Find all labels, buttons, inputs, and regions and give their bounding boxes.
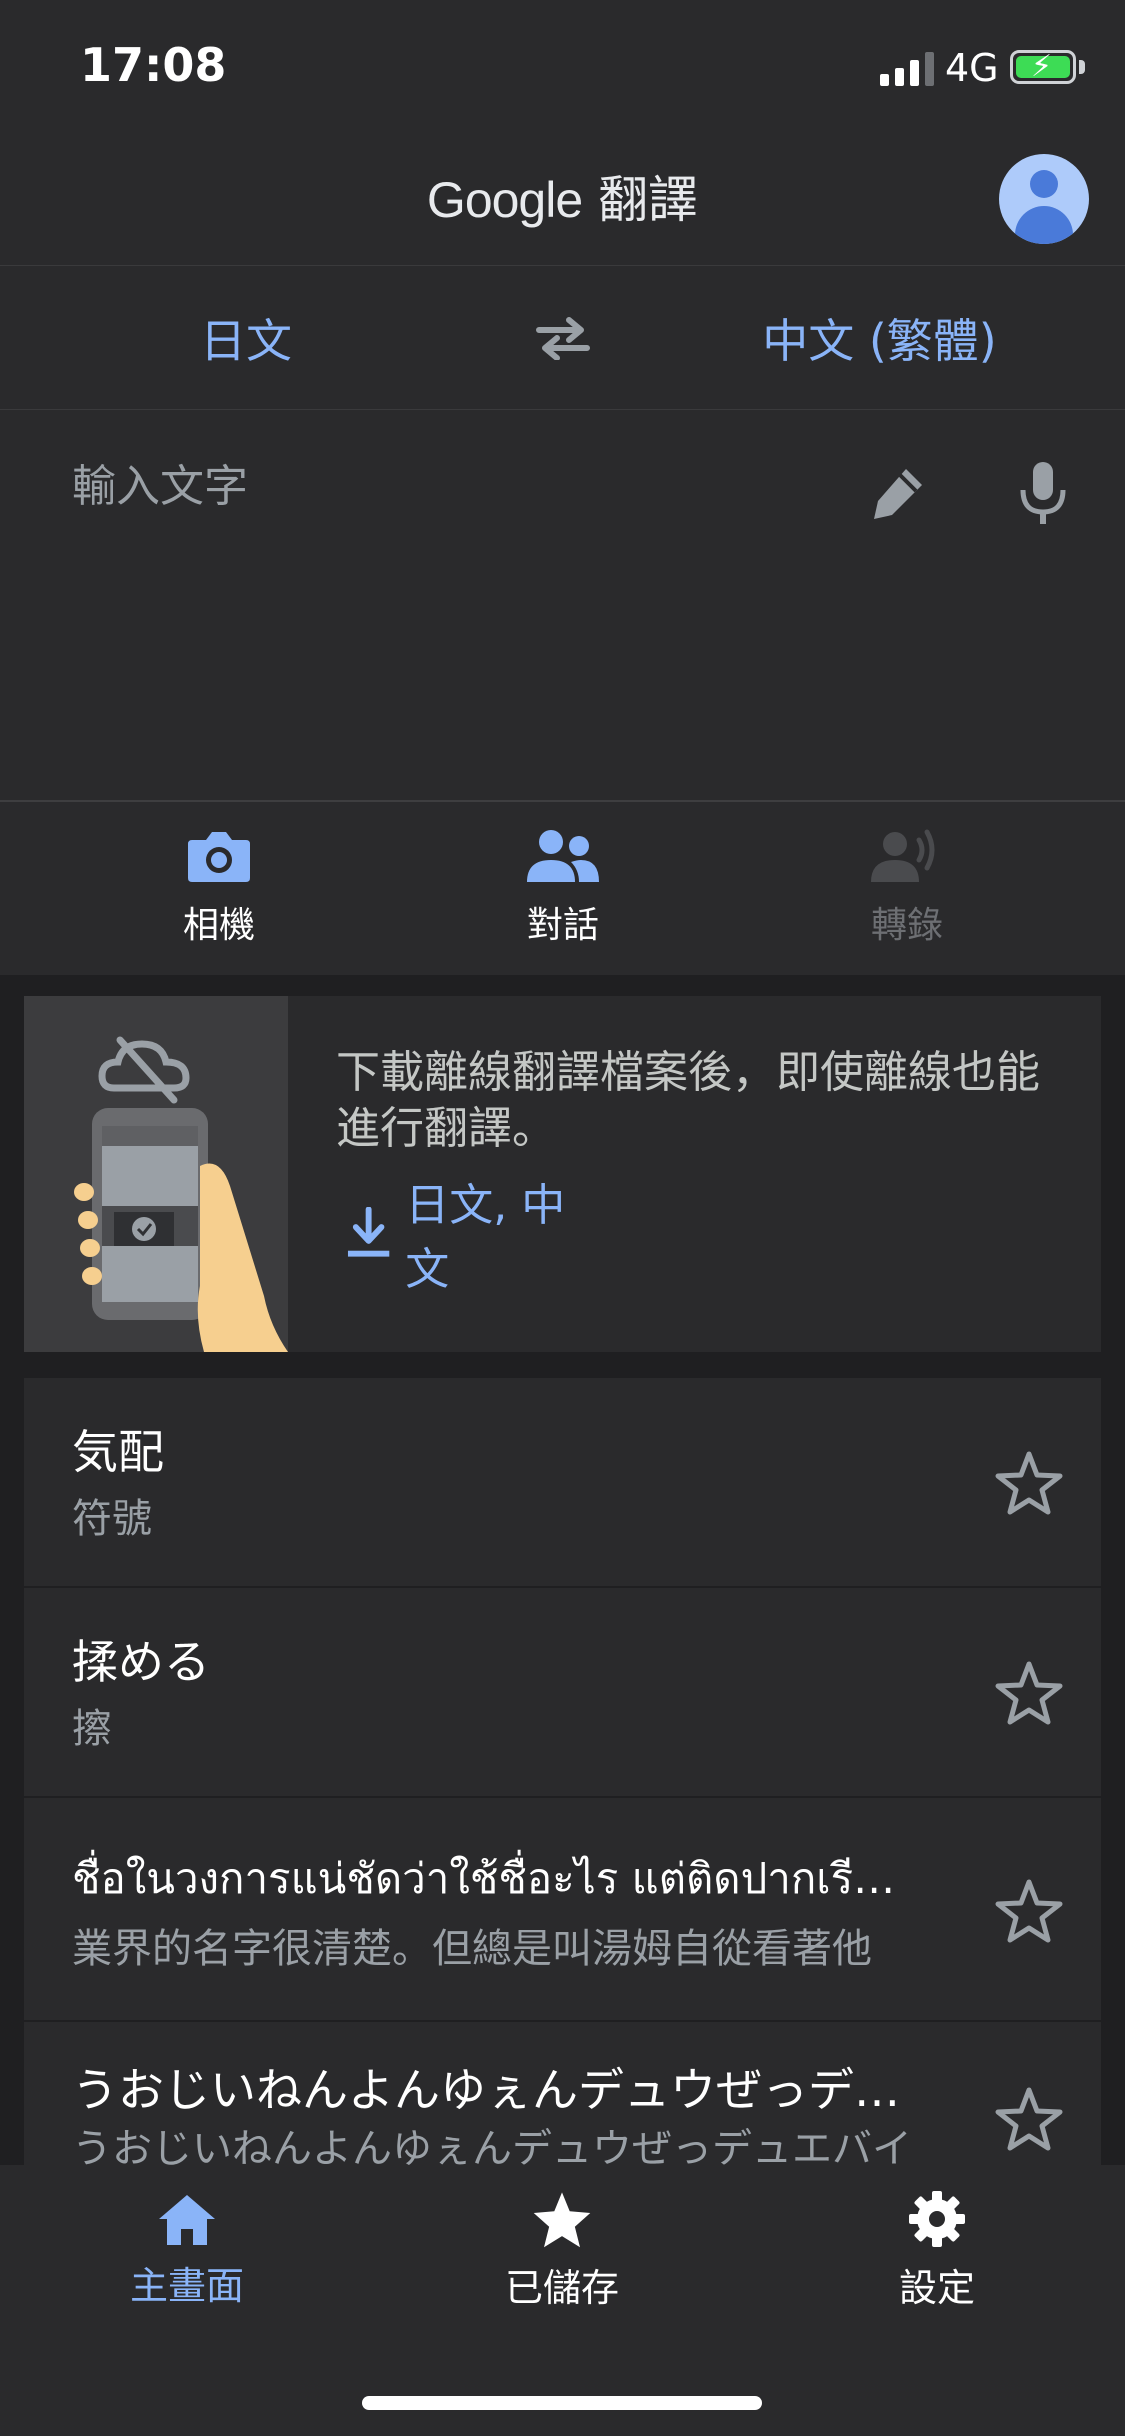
history-item[interactable]: ชื่อในวงการแน่ชัดว่าใช้ชื่อะไร แต่ติดปาก… [24, 1798, 1101, 2022]
conversation-mode-label: 對話 [526, 905, 599, 946]
swap-languages-button[interactable] [492, 265, 634, 410]
nav-home[interactable]: 主畫面 [27, 2165, 347, 2335]
text-input-placeholder[interactable]: 輸入文字 [72, 450, 248, 514]
microphone-icon [1020, 461, 1065, 524]
home-indicator [362, 2396, 762, 2410]
download-offline-label: 日文, 中文 [405, 1179, 566, 1295]
star-filled-icon [533, 2191, 591, 2247]
network-type: 4G [945, 46, 999, 90]
camera-mode-label: 相機 [182, 905, 255, 946]
battery-tip [1079, 60, 1085, 74]
pen-icon [873, 468, 922, 519]
app-logo: Google 翻譯 [0, 160, 1125, 232]
conversation-icon [527, 830, 599, 882]
nav-settings-label: 設定 [898, 2265, 975, 2310]
battery-icon: ⚡ [1010, 49, 1076, 84]
signal-icon [880, 52, 934, 86]
star-icon[interactable] [994, 2084, 1064, 2154]
history-source-text: 気配 [72, 1425, 164, 1479]
nav-saved-label: 已儲存 [504, 2265, 619, 2310]
camera-icon [188, 832, 250, 882]
history-translation-text: 符號 [72, 1496, 152, 1542]
avatar-icon [999, 154, 1089, 244]
history-source-text: ชื่อในวงการแน่ชัดว่าใช้ชื่อะไร แต่ติดปาก… [72, 1854, 896, 1903]
home-icon [159, 2194, 215, 2245]
status-time: 17:08 [80, 38, 227, 92]
history-translation-text: 擦 [72, 1706, 112, 1752]
offline-promo-text: 下載離線翻譯檔案後，即使離線也能進行翻譯。 [336, 1047, 1040, 1154]
target-language-button[interactable]: 中文 (繁體) [634, 265, 1125, 410]
logo-brand: Google [426, 172, 583, 228]
star-icon[interactable] [994, 1876, 1064, 1946]
voice-input-button[interactable] [970, 420, 1115, 565]
gear-icon [909, 2190, 965, 2247]
transcribe-mode-button[interactable]: 轉錄 [736, 802, 1078, 974]
nav-home-label: 主畫面 [129, 2263, 244, 2308]
history-source-text: うおじいねんよんゆぇんデュウぜっデ… [72, 2063, 900, 2117]
conversation-mode-button[interactable]: 對話 [392, 802, 734, 974]
nav-settings[interactable]: 設定 [777, 2165, 1097, 2335]
camera-mode-button[interactable]: 相機 [48, 802, 390, 974]
star-icon[interactable] [994, 1658, 1064, 1728]
offline-illustration [24, 996, 288, 1352]
transcribe-mode-label: 轉錄 [870, 905, 943, 946]
swap-icon [536, 316, 590, 360]
source-language-button[interactable]: 日文 [0, 265, 492, 410]
nav-saved[interactable]: 已儲存 [402, 2165, 722, 2335]
history-item[interactable]: 気配 符號 [24, 1378, 1101, 1588]
handwriting-button[interactable] [825, 420, 970, 565]
account-button[interactable] [964, 118, 1124, 280]
logo-product: 翻譯 [598, 171, 699, 229]
download-icon [347, 1206, 390, 1257]
history-source-text: 揉める [72, 1635, 210, 1689]
download-offline-button[interactable]: 日文, 中文 [336, 1160, 606, 1305]
transcribe-icon [871, 829, 935, 882]
star-icon[interactable] [994, 1448, 1064, 1518]
history-translation-text: 業界的名字很清楚。但總是叫湯姆自從看著他 [72, 1926, 872, 1972]
history-item[interactable]: 揉める 擦 [24, 1588, 1101, 1798]
